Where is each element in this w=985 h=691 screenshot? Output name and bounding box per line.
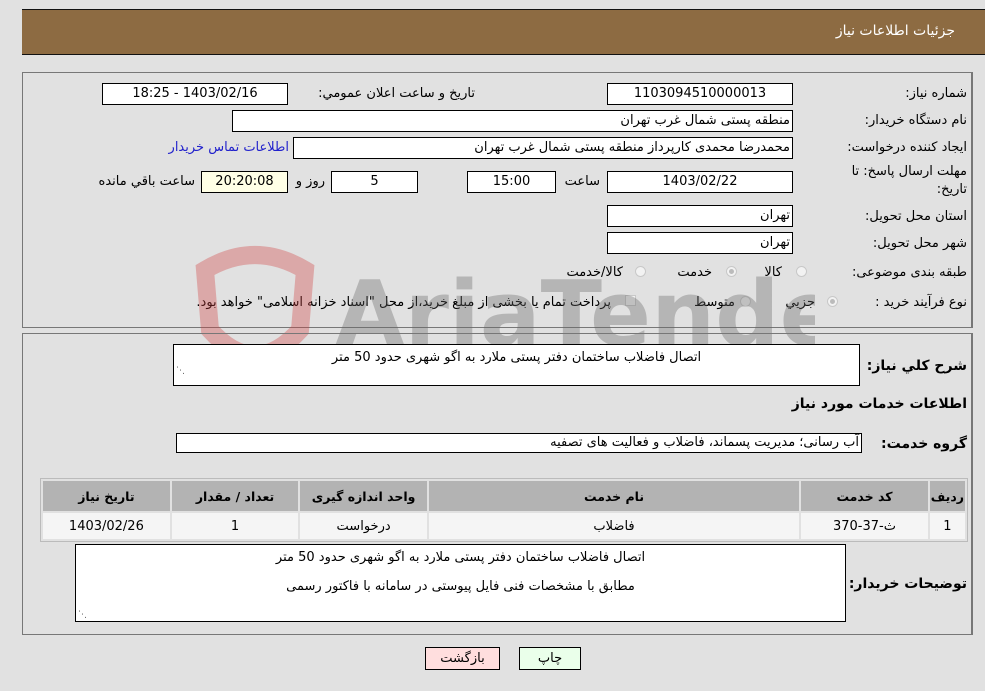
cell-service-code: ث-37-370 — [801, 513, 928, 539]
announce-datetime-label: تاریخ و ساعت اعلان عمومي: — [318, 86, 475, 101]
remaining-time-field: 20:20:08 — [201, 171, 288, 193]
cell-quantity: 1 — [171, 513, 299, 539]
deadline-time-label: ساعت — [564, 174, 600, 189]
summary-textarea[interactable]: اتصال فاضلاب ساختمان دفتر پستی ملارد به … — [173, 344, 860, 386]
cell-unit: درخواست — [300, 513, 427, 539]
province-label: استان محل تحويل: — [865, 209, 967, 224]
page-header: جزئیات اطلاعات نیاز — [22, 9, 985, 55]
remaining-days-field: 5 — [331, 171, 418, 193]
buyer-notes-line1: اتصال فاضلاب ساختمان دفتر پستی ملارد به … — [275, 550, 646, 565]
treasury-note: پرداخت تمام يا بخشی از مبلغ خريد،از محل … — [196, 295, 611, 310]
print-button[interactable]: چاپ — [519, 647, 581, 670]
category-option-goods-service: کالا/خدمت — [566, 265, 623, 280]
purchase-radio-medium[interactable] — [740, 296, 751, 307]
deadline-label-line1: مهلت ارسال پاسخ: تا — [851, 164, 967, 179]
resize-grip-icon[interactable]: ⋰ — [78, 610, 87, 620]
city-field: تهران — [607, 232, 793, 254]
need-number-label: شماره نیاز: — [905, 86, 967, 101]
buyer-notes-textarea[interactable]: اتصال فاضلاب ساختمان دفتر پستی ملارد به … — [75, 544, 846, 622]
buyer-notes-line2: مطابق با مشخصات فنی فایل پیوستی در سامان… — [286, 579, 635, 594]
service-group-label: گروه خدمت: — [881, 436, 967, 452]
buyer-org-label: نام دستگاه خريدار: — [864, 113, 967, 128]
table-row: 1 ث-37-370 فاضلاب درخواست 1 1403/02/26 — [43, 513, 965, 539]
page-title: جزئیات اطلاعات نیاز — [835, 23, 955, 39]
cell-row-number: 1 — [929, 513, 965, 539]
col-header-need-date: تاريخ نياز — [43, 481, 170, 511]
deadline-label-line2: تاریخ: — [936, 182, 967, 197]
service-group-field: آب رسانی؛ مديريت پسماند، فاضلاب و فعاليت… — [176, 433, 862, 453]
col-header-service-code: کد خدمت — [801, 481, 928, 511]
announce-datetime-field: 1403/02/16 - 18:25 — [102, 83, 288, 105]
col-header-quantity: تعداد / مقدار — [171, 481, 299, 511]
table-header-row: رديف کد خدمت نام خدمت واحد اندازه گيری ت… — [43, 481, 965, 511]
services-heading: اطلاعات خدمات مورد نياز — [791, 396, 967, 412]
category-radio-goods-service[interactable] — [635, 266, 646, 277]
cell-need-date: 1403/02/26 — [43, 513, 170, 539]
province-field: تهران — [607, 205, 793, 227]
purchase-option-minor: جزيي — [785, 295, 815, 310]
back-button[interactable]: بازگشت — [425, 647, 500, 670]
services-table: رديف کد خدمت نام خدمت واحد اندازه گيری ت… — [40, 478, 968, 542]
remaining-time-label: ساعت باقي مانده — [98, 174, 195, 189]
resize-grip-icon[interactable]: ⋰ — [176, 358, 185, 384]
days-label: روز و — [295, 174, 325, 189]
deadline-time-field: 15:00 — [467, 171, 556, 193]
creator-field: محمدرضا محمدی کارپرداز منطقه پستی شمال غ… — [293, 137, 793, 159]
city-label: شهر محل تحويل: — [872, 236, 967, 251]
category-label: طبقه بندی موضوعی: — [851, 265, 967, 280]
buyer-notes-label: توضيحات خريدار: — [848, 576, 967, 592]
category-option-goods: کالا — [764, 265, 782, 280]
summary-text: اتصال فاضلاب ساختمان دفتر پستی ملارد به … — [331, 350, 702, 365]
category-radio-goods[interactable] — [796, 266, 807, 277]
col-header-row-number: رديف — [929, 481, 965, 511]
col-header-unit: واحد اندازه گيری — [300, 481, 427, 511]
buyer-org-field: منطقه پستی شمال غرب تهران — [232, 110, 793, 132]
creator-label: ايجاد کننده درخواست: — [847, 140, 967, 155]
deadline-date-field: 1403/02/22 — [607, 171, 793, 193]
summary-label: شرح کلي نياز: — [866, 358, 967, 374]
buyer-contact-link[interactable]: اطلاعات تماس خريدار — [169, 140, 289, 155]
purchase-option-medium: متوسط — [694, 295, 735, 310]
purchase-radio-minor[interactable] — [827, 296, 838, 307]
treasury-checkbox[interactable] — [625, 295, 636, 306]
cell-service-name: فاضلاب — [428, 513, 800, 539]
need-number-field: 1103094510000013 — [607, 83, 793, 105]
category-option-service: خدمت — [677, 265, 712, 280]
category-radio-service[interactable] — [726, 266, 737, 277]
col-header-service-name: نام خدمت — [428, 481, 800, 511]
purchase-type-label: نوع فرآيند خريد : — [875, 295, 967, 310]
